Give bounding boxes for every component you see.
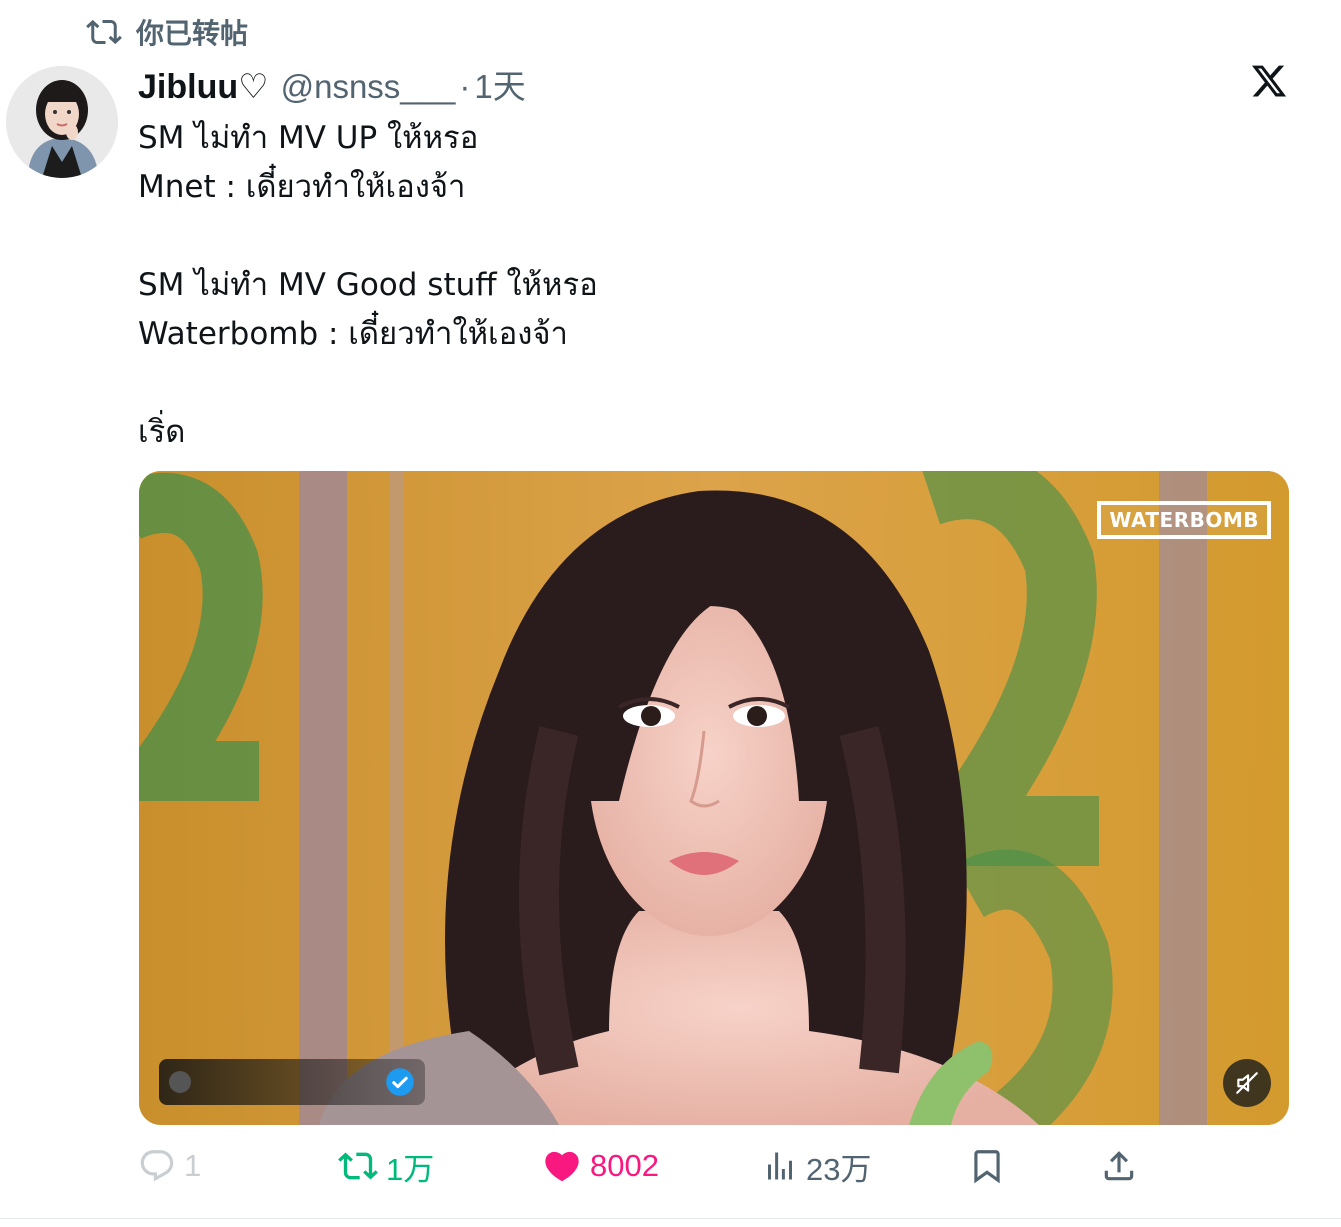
video-frame xyxy=(139,471,1289,1125)
author-display-name[interactable]: Jibluu♡ xyxy=(138,67,269,107)
retweet-label: 你已转帖 xyxy=(136,17,249,50)
bookmark-icon xyxy=(974,1150,1000,1184)
video-attribution[interactable] xyxy=(159,1059,425,1105)
retweet-button[interactable]: 1万 xyxy=(338,1140,434,1192)
x-logo-icon xyxy=(1251,65,1287,97)
watermark-logo: WATERBOMB xyxy=(1097,501,1271,539)
tweet-header: Jibluu♡ @nsnss___ · 1天 xyxy=(138,60,526,108)
tweet-line: Waterbomb : เดี๋ยวทำให้เองจ้า xyxy=(138,316,568,352)
bookmark-button[interactable] xyxy=(968,1140,1006,1192)
views-button[interactable]: 23万 xyxy=(762,1140,871,1192)
like-count: 8002 xyxy=(590,1148,659,1183)
retweet-count: 1万 xyxy=(386,1151,435,1187)
views-count: 23万 xyxy=(806,1151,872,1187)
author-avatar[interactable] xyxy=(6,66,118,178)
retweet-icon xyxy=(338,1152,378,1180)
bottom-divider xyxy=(0,1218,1341,1219)
tweet-line: เริ่ด xyxy=(138,414,186,450)
tweet-action-bar: 1 1万 8002 23万 xyxy=(138,1140,1148,1192)
like-button[interactable]: 8002 xyxy=(542,1140,659,1192)
retweet-header: 你已转帖 xyxy=(86,12,248,52)
reply-count: 1 xyxy=(184,1148,202,1183)
header-separator: · xyxy=(459,68,471,105)
reply-button[interactable]: 1 xyxy=(138,1140,201,1192)
reply-icon xyxy=(140,1150,174,1182)
tweet-line: Mnet : เดี๋ยวทำให้เองจ้า xyxy=(138,169,466,205)
verified-badge-icon xyxy=(386,1068,414,1096)
views-chart-icon xyxy=(768,1152,792,1180)
share-button[interactable] xyxy=(1100,1140,1138,1192)
tweet-text: SM ไม่ทำ MV UP ให้หรอ Mnet : เดี๋ยวทำให้… xyxy=(138,114,1288,457)
heart-icon xyxy=(545,1151,579,1182)
author-handle[interactable]: @nsnss___ xyxy=(281,68,456,106)
tweet-timestamp[interactable]: 1天 xyxy=(474,60,525,108)
muted-speaker-icon xyxy=(1236,1072,1258,1094)
mute-button[interactable] xyxy=(1223,1059,1271,1107)
tweet-line: SM ไม่ทำ MV Good stuff ให้หรอ xyxy=(138,267,598,303)
share-icon xyxy=(1104,1151,1134,1181)
retweet-icon xyxy=(86,19,122,45)
tweet-line: SM ไม่ทำ MV UP ให้หรอ xyxy=(138,120,479,156)
attribution-avatar xyxy=(169,1071,191,1093)
tweet-video[interactable]: WATERBOMB xyxy=(139,471,1289,1125)
